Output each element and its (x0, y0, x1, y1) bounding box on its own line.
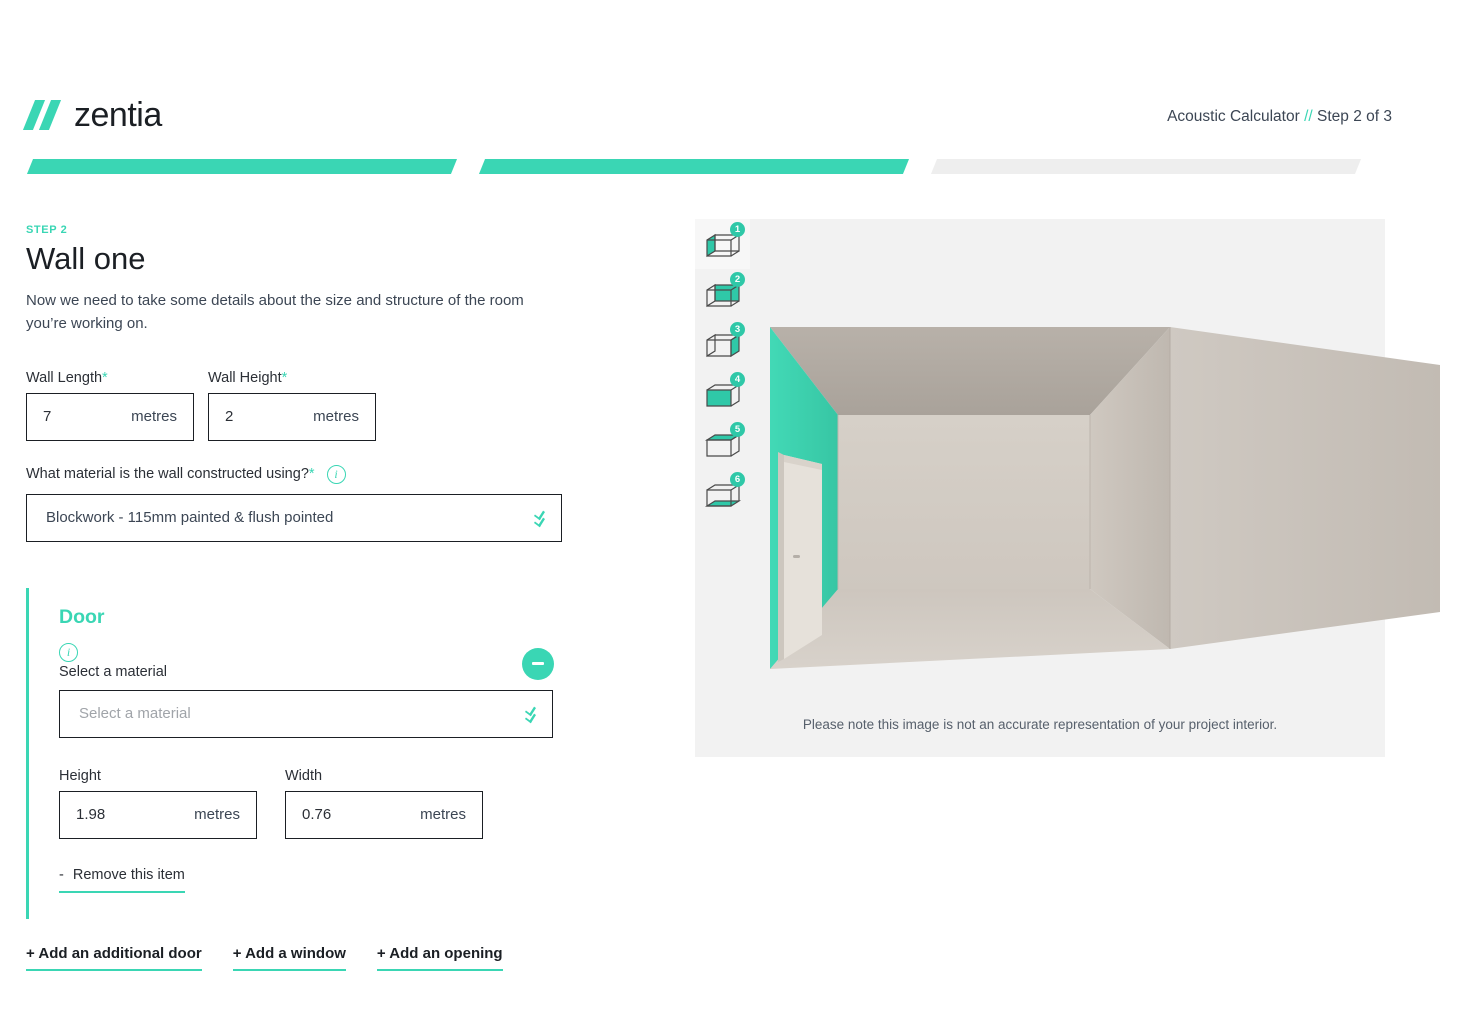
remove-prefix-icon: - (59, 866, 64, 883)
header-step-indicator: Acoustic Calculator // Step 2 of 3 (1167, 108, 1392, 126)
wall-length-field: Wall Length* 7 metres (26, 370, 194, 441)
preview-disclaimer: Please note this image is not an accurat… (802, 717, 1278, 732)
wall-thumbnail-3[interactable]: 3 (695, 319, 750, 369)
progress-bar (0, 159, 1460, 177)
app-title: Acoustic Calculator (1167, 108, 1300, 125)
wall-thumbnail-6-number: 6 (730, 472, 745, 487)
wall-length-label-text: Wall Length (26, 369, 103, 386)
wall-material-question-row: What material is the wall constructed us… (26, 464, 626, 484)
door-height-unit: metres (194, 806, 240, 824)
zentia-logo[interactable]: zentia (22, 96, 162, 134)
step-label: STEP 2 (26, 224, 68, 236)
wall-length-input[interactable]: 7 (27, 408, 131, 425)
wall-material-selected-value: Blockwork - 115mm painted & flush pointe… (46, 509, 334, 527)
add-opening-link[interactable]: + Add an opening (376, 945, 503, 971)
wall-thumbnail-1[interactable]: 1 (695, 219, 750, 269)
zentia-slash-mark-icon (22, 100, 64, 130)
wall-dimensions-row: Wall Length* 7 metres Wall Height* 2 met… (26, 370, 626, 441)
remove-this-item-label: Remove this item (72, 866, 185, 883)
door-height-field: Height 1.98 metres (59, 768, 257, 839)
wall-material-select[interactable]: Blockwork - 115mm painted & flush pointe… (26, 493, 562, 542)
door-width-field: Width 0.76 metres (285, 768, 483, 839)
door-height-input[interactable]: 1.98 (60, 806, 194, 823)
wall-thumbnail-6[interactable]: 6 (695, 469, 750, 519)
room-preview-panel: 1 2 3 4 5 6 Please note this image is no… (695, 219, 1440, 757)
wall-thumbnail-4[interactable]: 4 (695, 369, 750, 419)
wall-length-input-box[interactable]: 7 metres (26, 392, 194, 441)
progress-segment-1 (26, 159, 458, 174)
add-additional-door-link[interactable]: + Add an additional door (26, 945, 202, 971)
door-height-input-box[interactable]: 1.98 metres (59, 790, 257, 839)
minus-icon (532, 662, 544, 665)
brand-name: zentia (74, 96, 162, 134)
wall-height-label: Wall Height* (208, 370, 376, 386)
required-asterisk: * (102, 369, 108, 386)
wall-thumbnail-5-number: 5 (730, 422, 745, 437)
wall-thumbnail-2-number: 2 (730, 272, 745, 287)
door-width-input-box[interactable]: 0.76 metres (285, 790, 483, 839)
chevron-down-icon (525, 703, 552, 724)
wall-thumbnail-4-number: 4 (730, 372, 745, 387)
door-width-unit: metres (420, 806, 466, 824)
wall-height-unit: metres (313, 408, 359, 426)
door-width-label: Width (285, 767, 323, 784)
progress-segment-3 (930, 159, 1362, 174)
info-icon[interactable]: i (59, 642, 78, 662)
wall-height-label-text: Wall Height (208, 369, 282, 386)
wall-thumbnail-2[interactable]: 2 (695, 269, 750, 319)
acoustic-calculator-page: zentia Acoustic Calculator // Step 2 of … (0, 0, 1460, 1021)
wall-thumbnail-3-number: 3 (730, 322, 745, 337)
page-title: Wall one (26, 241, 146, 276)
wall-material-label: What material is the wall constructed us… (26, 466, 315, 482)
page-intro: Now we need to take some details about t… (26, 292, 524, 332)
wall-length-unit: metres (131, 408, 177, 426)
form-column: STEP 2 Wall one Now we need to take some… (26, 224, 626, 971)
progress-segment-2 (478, 159, 910, 174)
door-dimensions-row: Height 1.98 metres Width 0.76 metres (59, 768, 592, 839)
room-3d-render (760, 317, 1440, 677)
door-material-select[interactable]: Select a material (59, 689, 553, 738)
step-of-total: Step 2 of 3 (1317, 108, 1392, 125)
wall-height-field: Wall Height* 2 metres (208, 370, 376, 441)
door-material-label: Select a material (59, 663, 167, 680)
header-separator: // (1304, 108, 1313, 125)
door-card-title: Door (59, 605, 105, 628)
required-asterisk: * (281, 369, 288, 386)
door-material-placeholder: Select a material (79, 705, 191, 723)
room-interior-illustration (770, 327, 1440, 669)
info-icon[interactable]: i (326, 464, 346, 484)
remove-this-item-link[interactable]: - Remove this item (59, 867, 185, 893)
wall-length-label: Wall Length* (26, 370, 194, 386)
door-card: Door i Select a material Select a materi… (26, 587, 592, 919)
chevron-down-icon (534, 507, 561, 528)
door-info-row: i (59, 642, 592, 662)
wall-height-input-box[interactable]: 2 metres (208, 392, 376, 441)
wall-thumbnail-5[interactable]: 5 (695, 419, 750, 469)
wall-material-label-text: What material is the wall constructed us… (26, 466, 309, 483)
required-asterisk: * (308, 466, 315, 483)
wall-thumbnail-list: 1 2 3 4 5 6 (695, 219, 750, 519)
add-window-link[interactable]: + Add a window (232, 945, 346, 971)
door-height-label: Height (59, 767, 101, 784)
door-width-input[interactable]: 0.76 (286, 806, 420, 823)
wall-thumbnail-1-number: 1 (730, 222, 745, 237)
add-item-actions: + Add an additional door + Add a window … (26, 945, 626, 971)
wall-height-input[interactable]: 2 (209, 408, 313, 425)
remove-door-button[interactable] (522, 647, 554, 680)
